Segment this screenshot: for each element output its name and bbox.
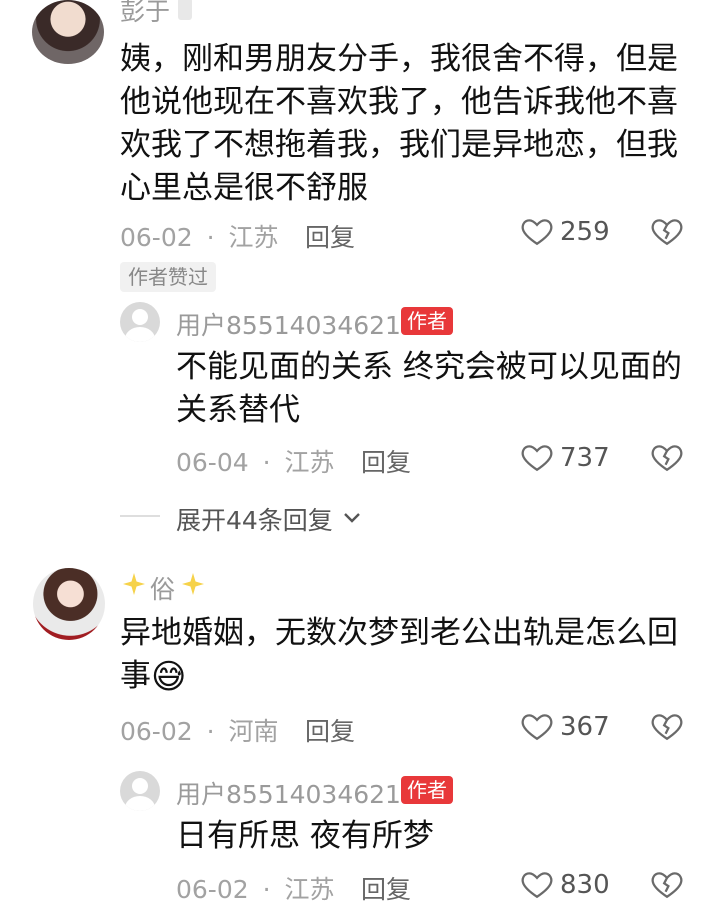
comment-meta: 06-02 · 河南 — [120, 712, 279, 748]
comment-text: 姨，刚和男朋友分手，我很舍不得，但是 他说他现在不喜欢我了，他告诉我他不喜 欢我… — [120, 38, 678, 210]
reply-text-line: 关系替代 — [176, 392, 300, 428]
like-count: 367 — [560, 712, 610, 742]
username[interactable]: 彭于 — [120, 0, 170, 28]
comment-text-segment: 事 — [120, 658, 151, 694]
heart-outline-icon — [521, 714, 553, 741]
meta-separator: · — [206, 223, 215, 252]
comment-location: 河南 — [228, 717, 279, 746]
comment-date: 06-02 — [120, 223, 193, 252]
reply-meta: 06-02 · 江苏 — [176, 870, 335, 906]
sparkle-icon — [122, 572, 146, 596]
like-button[interactable] — [520, 214, 554, 248]
broken-heart-icon — [651, 219, 683, 246]
comment-text-line: 欢我了不想拖着我，我们是异地恋，但我 — [120, 127, 678, 163]
user-body-shape — [125, 796, 155, 811]
reply-button[interactable]: 回复 — [361, 870, 411, 906]
like-count: 259 — [560, 217, 610, 247]
broken-heart-icon — [651, 872, 683, 899]
heart-outline-icon — [521, 219, 553, 246]
avatar[interactable] — [120, 771, 160, 811]
sweat-smile-emoji: 😅 — [151, 657, 187, 697]
reply-button[interactable]: 回复 — [305, 712, 355, 748]
dislike-button[interactable] — [650, 440, 684, 474]
user-head-shape — [132, 309, 148, 325]
comment-text-line: 姨，刚和男朋友分手，我很舍不得，但是 — [120, 41, 678, 77]
heart-outline-icon — [521, 872, 553, 899]
comment-text-line: 心里总是很不舒服 — [120, 170, 368, 206]
like-button[interactable] — [520, 867, 554, 901]
reply-button[interactable]: 回复 — [305, 218, 355, 254]
reply-location: 江苏 — [284, 875, 335, 904]
comment-text-line: 异地婚姻，无数次梦到老公出轨是怎么回 — [120, 615, 678, 651]
user-head-shape — [132, 778, 148, 794]
like-button[interactable] — [520, 709, 554, 743]
reply-text: 不能见面的关系 终究会被可以见面的 关系替代 — [176, 346, 682, 432]
comment-date: 06-02 — [120, 717, 193, 746]
avatar[interactable] — [120, 302, 160, 342]
comment-text-line: 事😅 — [120, 655, 678, 699]
reply-button[interactable]: 回复 — [361, 443, 411, 479]
avatar[interactable] — [32, 0, 104, 64]
expand-divider — [120, 515, 160, 517]
reply-text-line: 不能见面的关系 终究会被可以见面的 — [176, 349, 682, 385]
like-button[interactable] — [520, 440, 554, 474]
avatar[interactable] — [33, 568, 105, 640]
reply-location: 江苏 — [284, 448, 335, 477]
expand-replies-button[interactable]: 展开44条回复 — [176, 501, 333, 537]
meta-separator: · — [206, 717, 215, 746]
sparkle-icon — [181, 572, 205, 596]
author-badge: 作者 — [401, 307, 453, 335]
meta-separator: · — [262, 448, 271, 477]
comment-meta: 06-02 · 江苏 — [120, 218, 279, 254]
dislike-button[interactable] — [650, 214, 684, 248]
username[interactable]: 用户85514034621 — [176, 306, 401, 342]
user-body-shape — [125, 327, 155, 342]
heart-outline-icon — [521, 445, 553, 472]
reply-text: 日有所思 夜有所梦 — [176, 815, 434, 858]
expand-replies-label: 展开44条回复 — [176, 506, 333, 535]
reply-date: 06-02 — [176, 875, 249, 904]
reply-date: 06-04 — [176, 448, 249, 477]
chevron-down-icon[interactable] — [340, 505, 364, 529]
dislike-button[interactable] — [650, 709, 684, 743]
like-count: 737 — [560, 443, 610, 473]
like-count: 830 — [560, 870, 610, 900]
reply-meta: 06-04 · 江苏 — [176, 443, 335, 479]
author-liked-tag: 作者赞过 — [120, 262, 216, 292]
reply-text-line: 日有所思 夜有所梦 — [176, 818, 434, 854]
username[interactable]: 用户85514034621 — [176, 775, 401, 811]
author-badge: 作者 — [401, 776, 453, 804]
meta-separator: · — [262, 875, 271, 904]
broken-heart-icon — [651, 714, 683, 741]
comment-location: 江苏 — [228, 223, 279, 252]
dislike-button[interactable] — [650, 867, 684, 901]
comment-text-line: 他说他现在不喜欢我了，他告诉我他不喜 — [120, 84, 678, 120]
broken-heart-icon — [651, 445, 683, 472]
user-decoration-icon — [178, 0, 192, 20]
comment-text: 异地婚姻，无数次梦到老公出轨是怎么回 事😅 — [120, 612, 678, 699]
username[interactable]: 俗 — [150, 570, 175, 606]
